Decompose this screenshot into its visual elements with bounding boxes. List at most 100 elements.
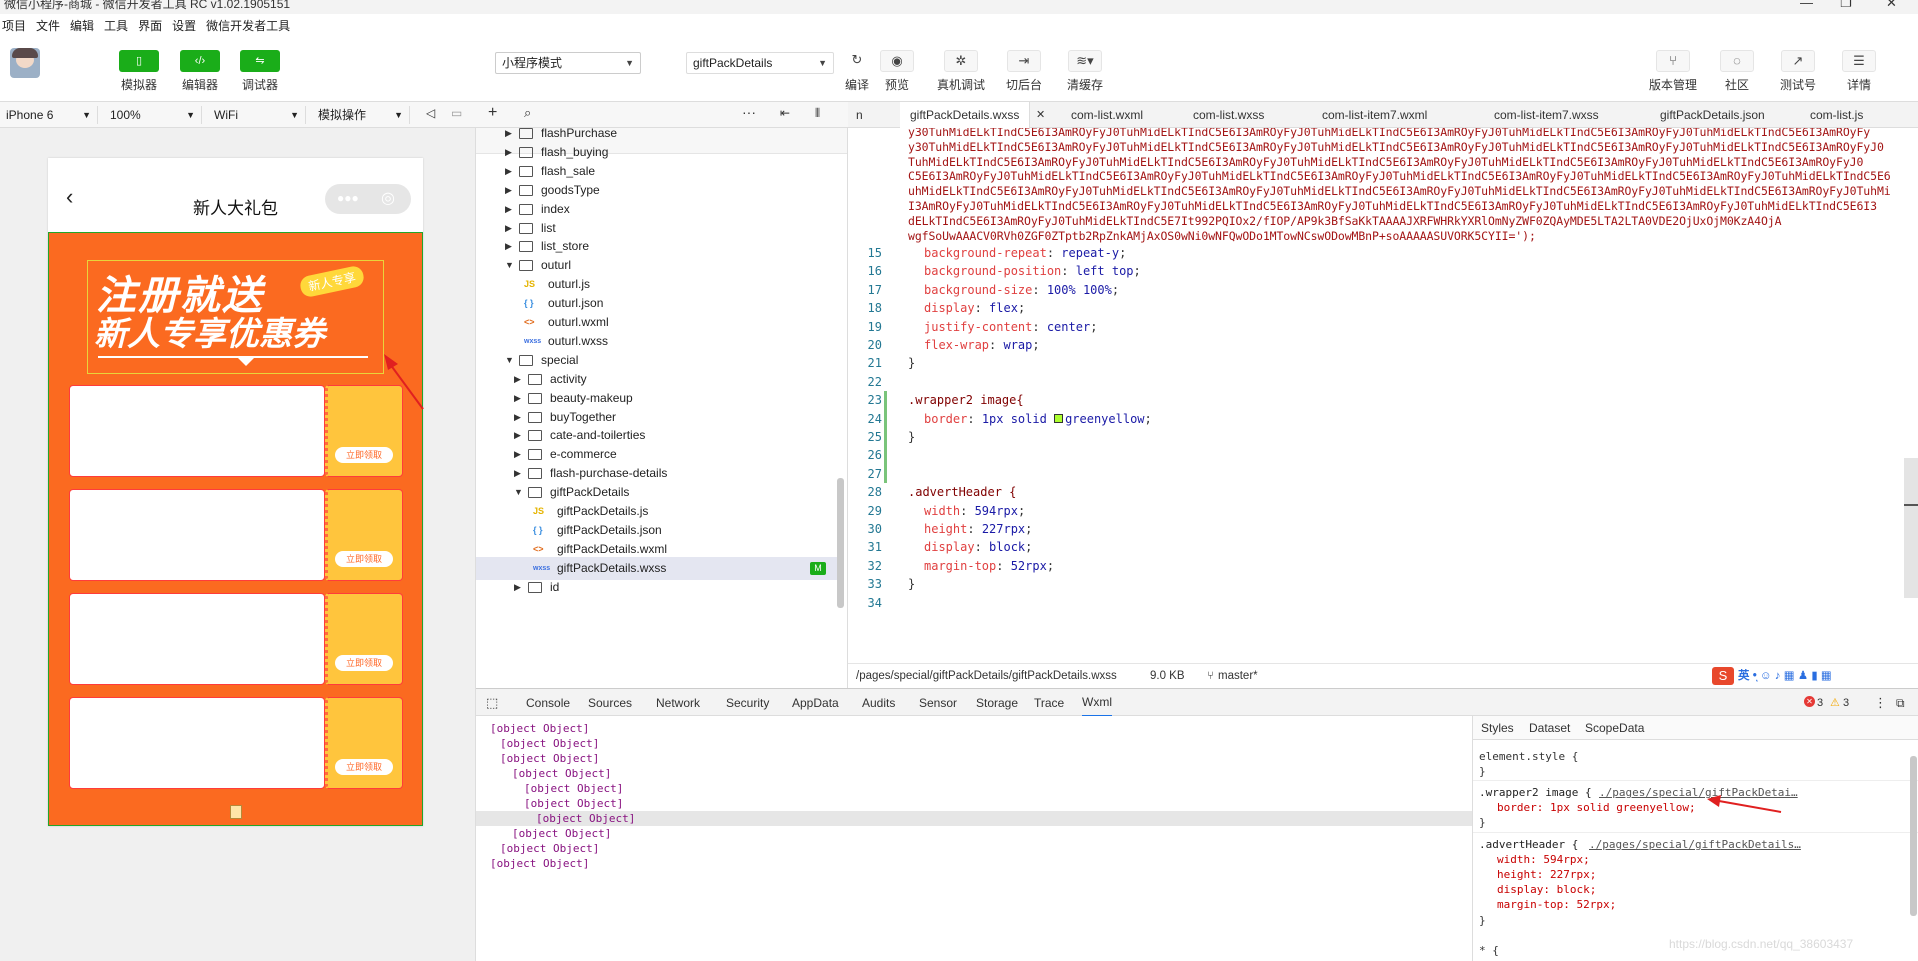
window-icon[interactable]: ▭ <box>451 106 462 120</box>
tree-folder-item[interactable]: ▶ id <box>476 576 840 599</box>
tab-close-icon[interactable]: ✕ <box>1036 102 1045 128</box>
tab-active[interactable]: giftPackDetails.wxss <box>900 102 1031 128</box>
rule-declaration[interactable]: display: block; <box>1497 883 1596 896</box>
warning-count[interactable]: 3 <box>1843 689 1849 717</box>
rule-declaration[interactable]: border: 1px solid greenyellow; <box>1497 801 1696 814</box>
maximize-icon[interactable]: ❐ <box>1840 0 1852 9</box>
menu-item[interactable]: 文件 <box>36 17 60 34</box>
search-icon[interactable]: ⌕ <box>524 105 531 121</box>
ime-toolbar-icons[interactable]: 英 •ͅ ☺ ♪ ▦ ♟ ▮ ▦ <box>1738 664 1832 688</box>
line-number: 28 <box>867 485 882 500</box>
wxml-node[interactable]: [object Object] <box>500 842 599 855</box>
styles-scrollbar[interactable] <box>1910 756 1917 916</box>
git-branch[interactable]: master* <box>1218 664 1258 688</box>
devtools-tab-trace[interactable]: Trace <box>1034 689 1064 717</box>
wxml-node[interactable]: [object Object] <box>512 827 611 840</box>
editor-tab[interactable]: com-list-item7.wxml <box>1322 102 1427 128</box>
wxml-node[interactable]: [object Object] <box>524 782 623 795</box>
wxml-node[interactable]: [object Object] <box>500 737 599 750</box>
close-mini-icon[interactable]: ◎ <box>381 188 395 208</box>
devtools-tab-wxml[interactable]: Wxml <box>1082 689 1112 717</box>
chevron-right-icon[interactable]: ▶ <box>514 576 521 599</box>
wxml-node[interactable]: [object Object] <box>490 857 589 870</box>
rule-selector[interactable]: .advertHeader { <box>1479 838 1578 851</box>
network-select[interactable]: WiFi ▼ <box>214 106 306 124</box>
devtools-tab-console[interactable]: Console <box>526 689 570 717</box>
wxml-node[interactable]: [object Object] <box>500 752 599 765</box>
tab-scopedata[interactable]: ScopeData <box>1585 721 1644 735</box>
menu-item[interactable]: 工具 <box>104 17 128 34</box>
add-icon[interactable]: + <box>488 104 497 122</box>
minimize-icon[interactable]: — <box>1800 0 1813 9</box>
devtools-tab-storage[interactable]: Storage <box>976 689 1018 717</box>
menu-item[interactable]: 项目 <box>2 17 26 34</box>
community-button[interactable]: ◌ 社区 <box>1712 50 1762 93</box>
editor-tab[interactable]: n <box>856 102 863 128</box>
devtools-tab-appdata[interactable]: AppData <box>792 689 839 717</box>
wxml-node[interactable]: [object Object] <box>536 812 635 825</box>
sim-ops-select[interactable]: 模拟操作 ▼ <box>318 106 410 124</box>
version-button[interactable]: ⑂ 版本管理 <box>1648 50 1698 93</box>
rule-declaration[interactable]: width: 594rpx; <box>1497 853 1590 866</box>
clear-cache-button[interactable]: ≋▾ 清缓存 <box>1060 50 1110 93</box>
tab-dataset[interactable]: Dataset <box>1529 721 1570 735</box>
volume-icon[interactable]: ◁ <box>426 106 435 120</box>
capsule-menu[interactable]: ●●● ◎ <box>325 184 411 214</box>
ime-logo-icon[interactable]: S <box>1712 667 1734 685</box>
tree-scrollbar[interactable] <box>837 478 844 608</box>
page-select[interactable]: giftPackDetails ▼ <box>686 52 834 74</box>
real-device-debug-button[interactable]: ✲ 真机调试 <box>936 50 986 93</box>
devtools-tab-security[interactable]: Security <box>726 689 769 717</box>
devtools-tab-sensor[interactable]: Sensor <box>919 689 957 717</box>
details-button[interactable]: ☰ 详情 <box>1834 50 1884 93</box>
claim-button[interactable]: 立即领取 <box>335 759 393 775</box>
editor-tab[interactable]: com-list.js <box>1810 102 1863 128</box>
error-count[interactable]: 3 <box>1817 689 1823 717</box>
kebab-menu-icon[interactable]: ⋮ <box>1874 689 1887 717</box>
device-select[interactable]: iPhone 6 ▼ <box>6 106 98 124</box>
color-swatch[interactable] <box>1054 413 1064 423</box>
zoom-select[interactable]: 100% ▼ <box>110 106 202 124</box>
code-editor[interactable]: y30TuhMidELkTIndC5E6I3AmROyFyJ0TuhMidELk… <box>848 128 1918 663</box>
more-icon[interactable]: ··· <box>742 104 756 120</box>
claim-button[interactable]: 立即领取 <box>335 447 393 463</box>
universal-rule[interactable]: * { <box>1479 944 1499 957</box>
avatar[interactable] <box>10 48 40 78</box>
rule-declaration[interactable]: margin-top: 52rpx; <box>1497 898 1616 911</box>
split-icon[interactable]: ⫴ <box>815 106 820 121</box>
preview-button[interactable]: ◉ 预览 <box>872 50 922 93</box>
undock-icon[interactable]: ⧉ <box>1896 689 1905 717</box>
rule-declaration[interactable]: height: 227rpx; <box>1497 868 1596 881</box>
menu-item[interactable]: 编辑 <box>70 17 94 34</box>
menu-item[interactable]: 界面 <box>138 17 162 34</box>
rule-selector[interactable]: .wrapper2 image { <box>1479 786 1592 799</box>
test-account-button[interactable]: ↗ 测试号 <box>1773 50 1823 93</box>
close-icon[interactable]: ✕ <box>1886 0 1897 9</box>
devtools-tab-network[interactable]: Network <box>656 689 700 717</box>
rule-source-link[interactable]: ./pages/special/giftPackDetails… <box>1589 838 1801 851</box>
editor-scrollbar[interactable] <box>1904 458 1918 598</box>
tab-styles[interactable]: Styles <box>1481 721 1514 735</box>
devtools-tab-audits[interactable]: Audits <box>862 689 895 717</box>
editor-tab[interactable]: com-list.wxss <box>1193 102 1264 128</box>
mode-select[interactable]: 小程序模式 ▼ <box>495 52 641 74</box>
menu-item[interactable]: 设置 <box>172 17 196 34</box>
dots-icon[interactable]: ●●● <box>337 191 359 205</box>
claim-button[interactable]: 立即领取 <box>335 655 393 671</box>
editor-tab[interactable]: giftPackDetails.json <box>1660 102 1765 128</box>
devtools-tab-sources[interactable]: Sources <box>588 689 632 717</box>
collapse-icon[interactable]: ⇤ <box>780 106 790 120</box>
wxml-node[interactable]: [object Object] <box>490 722 589 735</box>
wxml-node[interactable]: [object Object] <box>512 767 611 780</box>
claim-button[interactable]: 立即领取 <box>335 551 393 567</box>
menu-item[interactable]: 微信开发者工具 <box>206 17 290 34</box>
editor-tab[interactable]: com-list-item7.wxss <box>1494 102 1599 128</box>
simulator-button[interactable]: ▯ 模拟器 <box>114 50 164 93</box>
editor-button[interactable]: ‹/› 编辑器 <box>175 50 225 93</box>
background-button[interactable]: ⇥ 切后台 <box>999 50 1049 93</box>
debugger-button[interactable]: ⇋ 调试器 <box>235 50 285 93</box>
wxml-node[interactable]: [object Object] <box>524 797 623 810</box>
editor-tab[interactable]: com-list.wxml <box>1071 102 1143 128</box>
code-text: } <box>908 577 916 592</box>
element-style-rule[interactable]: element.style { <box>1479 750 1578 763</box>
